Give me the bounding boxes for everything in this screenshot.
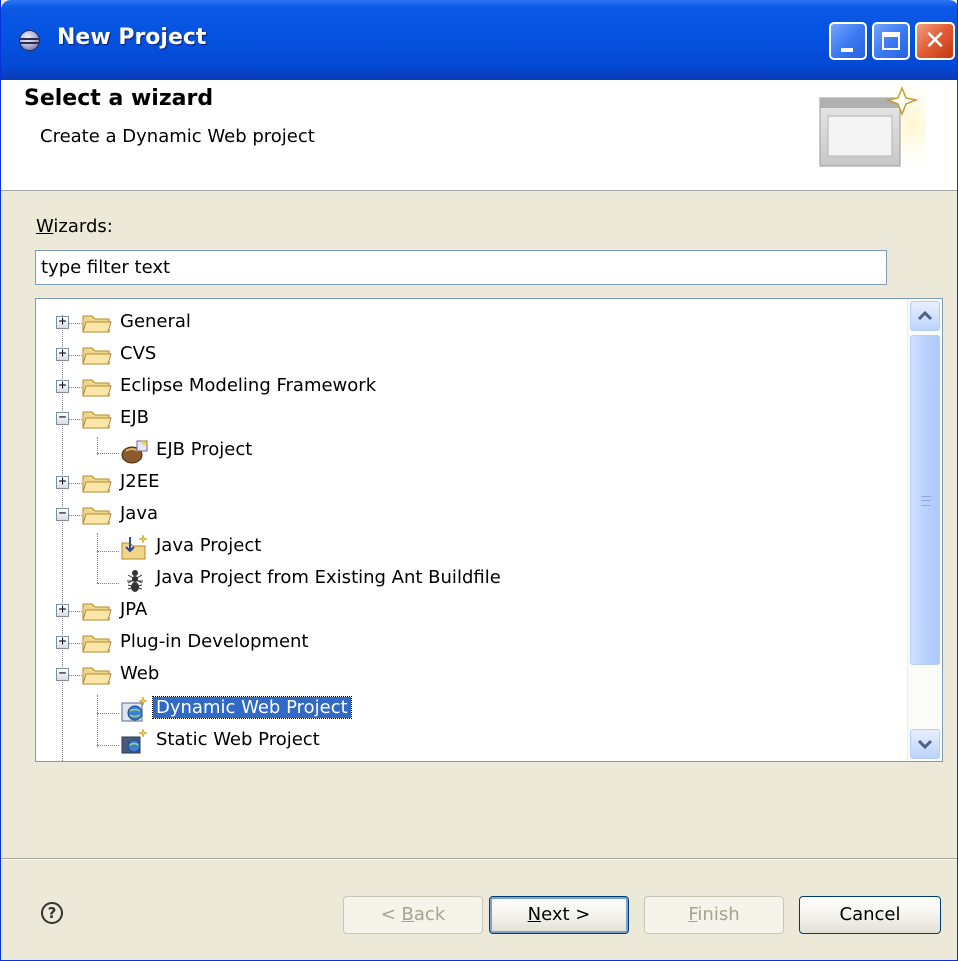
maximize-icon (882, 32, 900, 50)
folder-icon (82, 347, 112, 365)
expand-icon[interactable]: + (56, 315, 69, 329)
tree-item-cvs[interactable]: + CVS (36, 339, 896, 371)
expand-icon[interactable]: + (56, 603, 69, 617)
cancel-button[interactable]: Cancel (799, 896, 941, 934)
close-button[interactable]: ✕ (915, 22, 955, 60)
expand-icon[interactable]: + (56, 347, 69, 361)
tree-item-java[interactable]: − Java (36, 499, 896, 531)
java-project-icon (121, 535, 148, 560)
tree-item-label: Web (120, 663, 160, 684)
expand-icon[interactable]: + (56, 635, 69, 649)
tree-item-ejb-project[interactable]: EJB Project (36, 435, 896, 467)
tree-item-static-web-project[interactable]: Static Web Project (36, 725, 896, 757)
wizard-filter-input[interactable] (35, 250, 887, 285)
new-project-dialog: New Project ✕ Select a wizard Create a D… (0, 0, 958, 961)
finish-button[interactable]: Finish (644, 896, 784, 934)
tree-item-jpa[interactable]: + JPA (36, 595, 896, 627)
grip-icon (921, 496, 931, 506)
help-icon[interactable]: ? (41, 902, 63, 924)
collapse-icon[interactable]: − (56, 667, 69, 681)
tree-vertical-scrollbar[interactable] (907, 299, 942, 761)
wizard-tree[interactable]: + General + CVS + Eclipse Modeling Frame… (35, 298, 943, 762)
tree-item-label: Java (120, 503, 159, 524)
tree-item-label: Eclipse Modeling Framework (120, 375, 377, 396)
ant-icon (127, 570, 143, 592)
expand-icon[interactable]: + (56, 475, 69, 489)
collapse-icon[interactable]: − (56, 507, 69, 521)
page-title: Select a wizard (24, 86, 214, 111)
folder-icon (82, 603, 112, 621)
tree-item-label: JPA (120, 599, 148, 620)
footer-separator (1, 858, 957, 860)
collapse-icon[interactable]: − (56, 411, 69, 425)
folder-icon (82, 635, 112, 653)
tree-item-java-project[interactable]: Java Project (36, 531, 896, 563)
eclipse-icon (19, 30, 40, 51)
wizard-tree-content: + General + CVS + Eclipse Modeling Frame… (36, 299, 906, 761)
tree-item-label: EJB (120, 407, 150, 428)
next-button[interactable]: Next > (489, 896, 629, 934)
chevron-up-icon (917, 310, 933, 321)
folder-icon (82, 379, 112, 397)
page-description: Create a Dynamic Web project (40, 126, 315, 147)
tree-item-label: Java Project (156, 535, 262, 556)
tree-item-label: Java Project from Existing Ant Buildfile (156, 567, 501, 588)
ejb-project-icon (121, 439, 148, 464)
tree-item-ejb[interactable]: − EJB (36, 403, 896, 435)
close-icon: ✕ (924, 26, 946, 56)
tree-item-label: J2EE (120, 471, 160, 492)
tree-item-emf[interactable]: + Eclipse Modeling Framework (36, 371, 896, 403)
tree-item-plugin-development[interactable]: + Plug-in Development (36, 627, 896, 659)
tree-item-j2ee[interactable]: + J2EE (36, 467, 896, 499)
wizards-label: Wizards: (36, 216, 113, 237)
scroll-down-button[interactable] (910, 729, 940, 759)
expand-icon[interactable]: + (56, 379, 69, 393)
tree-item-dynamic-web-project[interactable]: Dynamic Web Project (36, 693, 896, 725)
dynamic-web-project-icon (121, 697, 148, 722)
tree-item-label: CVS (120, 343, 157, 364)
tree-item-java-ant-project[interactable]: Java Project from Existing Ant Buildfile (36, 563, 896, 595)
folder-icon (82, 315, 112, 333)
tree-item-general[interactable]: + General (36, 307, 896, 339)
minimize-button[interactable] (829, 22, 867, 60)
maximize-button[interactable] (872, 22, 910, 60)
folder-open-icon (82, 507, 112, 525)
wizard-banner-icon (819, 86, 926, 181)
folder-open-icon (82, 411, 112, 429)
scroll-thumb[interactable] (910, 335, 940, 665)
tree-item-label: Dynamic Web Project (152, 696, 352, 719)
tree-item-label: EJB Project (156, 439, 253, 460)
minimize-icon (841, 48, 853, 52)
title-bar[interactable]: New Project ✕ (1, 0, 957, 80)
folder-open-icon (82, 667, 112, 685)
folder-icon (82, 475, 112, 493)
scroll-up-button[interactable] (910, 301, 940, 331)
static-web-project-icon (121, 729, 148, 754)
chevron-down-icon (917, 739, 933, 750)
tree-item-label: Static Web Project (156, 729, 320, 750)
window-title: New Project (57, 25, 207, 50)
back-button[interactable]: < Back (343, 896, 483, 934)
tree-item-label: General (120, 311, 191, 332)
tree-item-web[interactable]: − Web (36, 659, 896, 691)
tree-item-label: Plug-in Development (120, 631, 309, 652)
